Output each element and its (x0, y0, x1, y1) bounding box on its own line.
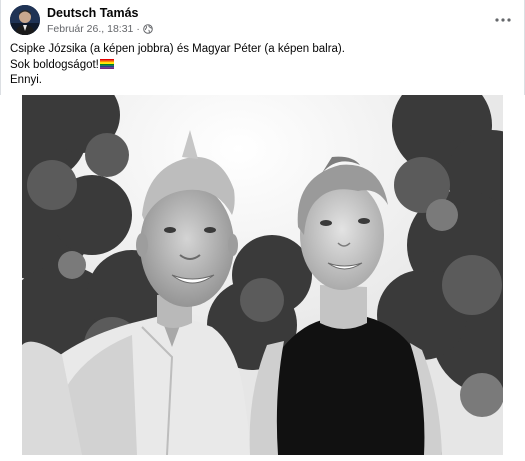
author-name[interactable]: Deutsch Tamás (47, 6, 138, 20)
post-timestamp[interactable]: Február 26., 18:31 (47, 23, 133, 35)
facebook-post: Deutsch Tamás Február 26., 18:31 · Csipk… (0, 0, 525, 461)
globe-icon[interactable] (143, 24, 153, 34)
meta-separator: · (136, 23, 140, 35)
post-meta: Február 26., 18:31 · (47, 23, 153, 35)
post-text-line-2-text: Sok boldogságot! (10, 58, 99, 71)
post-text: Csipke Józsika (a képen jobbra) és Magya… (10, 42, 515, 89)
post-text-line-1: Csipke Józsika (a képen jobbra) és Magya… (10, 43, 345, 55)
selfie-photo-graphic (22, 95, 503, 455)
rainbow-flag-icon (99, 58, 114, 69)
photo-image (22, 95, 503, 455)
post-text-line-2: Sok boldogságot! (10, 58, 515, 74)
post-header: Deutsch Tamás Február 26., 18:31 · (0, 0, 525, 40)
post-text-line-3: Ennyi. (10, 74, 42, 86)
post-photo[interactable] (0, 95, 525, 461)
more-options-icon (495, 18, 511, 22)
avatar[interactable] (10, 5, 40, 35)
more-options-button[interactable] (491, 8, 515, 32)
profile-photo-icon (10, 5, 40, 35)
